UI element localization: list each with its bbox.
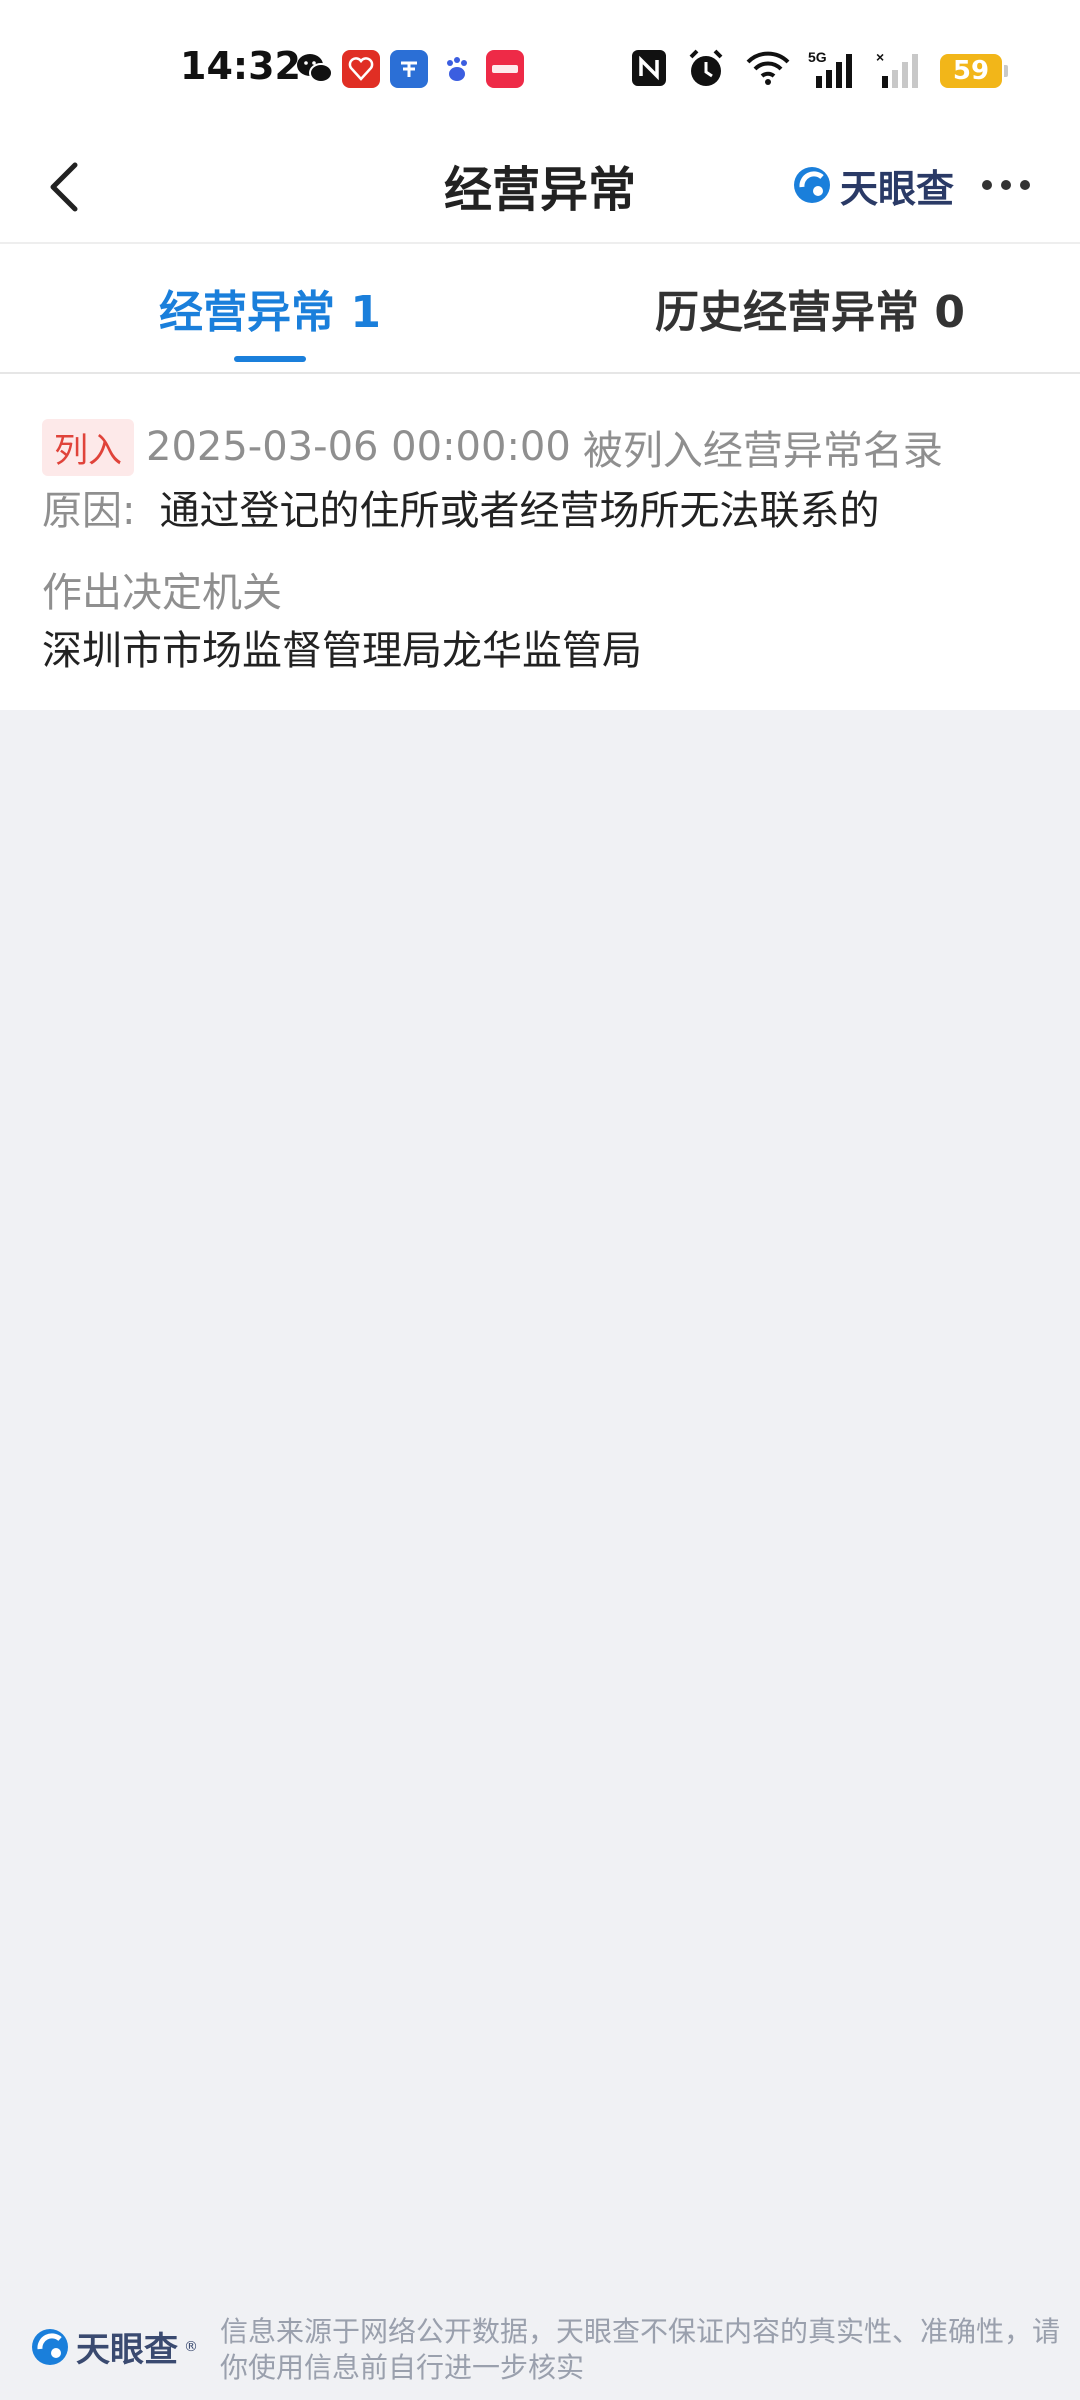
nfc-icon — [630, 48, 668, 92]
tab-abnormal[interactable]: 经营异常 1 — [0, 244, 540, 372]
wechat-icon — [296, 50, 334, 88]
record-header: 列入 2025-03-06 00:00:00 被列入经营异常名录 — [42, 418, 943, 476]
pinduoduo-icon — [342, 50, 380, 88]
tianyancha-logo-icon — [32, 2328, 68, 2365]
alarm-icon — [686, 48, 726, 94]
system-icons: 5G × 59 — [630, 48, 1020, 92]
record-date: 2025-03-06 00:00:00 — [146, 424, 571, 470]
footer-brand: 天眼查 ® — [30, 2322, 198, 2371]
brand-logo[interactable]: 天眼查 — [792, 152, 954, 218]
tianyancha-logo-icon — [794, 167, 830, 203]
disclaimer-text: 信息来源于网络公开数据，天眼查不保证内容的真实性、准确性，请你使用信息前自行进一… — [220, 2315, 1061, 2384]
brand-name: 天眼查 — [840, 166, 955, 211]
registered-mark-icon: ® — [184, 2338, 198, 2355]
reason-row: 原因: 通过登记的住所或者经营场所无法联系的 — [42, 478, 879, 536]
svg-text:×: × — [876, 49, 884, 65]
record-event: 被列入经营异常名录 — [582, 428, 943, 474]
status-badge: 列入 — [42, 418, 134, 476]
jiaoyu-icon — [390, 50, 428, 88]
abnormal-record-card[interactable]: 列入 2025-03-06 00:00:00 被列入经营异常名录 原因: 通过登… — [0, 374, 1080, 710]
authority-value: 深圳市市场监督管理局龙华监管局 — [42, 628, 642, 674]
more-button[interactable] — [966, 152, 1046, 218]
tab-active-indicator — [234, 356, 306, 362]
wifi-icon — [744, 48, 792, 92]
baidu-icon — [438, 50, 476, 88]
tab-history-abnormal[interactable]: 历史经营异常 0 — [540, 244, 1080, 372]
reason-value: 通过登记的住所或者经营场所无法联系的 — [159, 488, 880, 534]
tab-bar: 经营异常 1 历史经营异常 0 — [0, 242, 1080, 374]
status-time: 14:32 — [180, 44, 301, 88]
xiaohongshu-icon — [486, 50, 524, 88]
more-dot-icon — [982, 180, 992, 190]
svg-text:5G: 5G — [808, 49, 827, 65]
signal-icon: 5G — [808, 48, 862, 94]
authority-label: 作出决定机关 — [42, 570, 282, 616]
footer-brand-name: 天眼查 — [76, 2330, 178, 2370]
more-dot-icon — [1001, 180, 1011, 190]
footer: 天眼查 ® 信息来源于网络公开数据，天眼查不保证内容的真实性、准确性，请你使用信… — [0, 2300, 1080, 2400]
signal-2-icon: × — [876, 48, 924, 94]
reason-label: 原因: — [42, 488, 136, 534]
more-dot-icon — [1020, 180, 1030, 190]
battery-icon: 59 — [940, 54, 1008, 88]
nav-bar: 经营异常 天眼查 — [0, 130, 1080, 242]
status-bar: 14:32 5G × 59 — [0, 0, 1080, 130]
